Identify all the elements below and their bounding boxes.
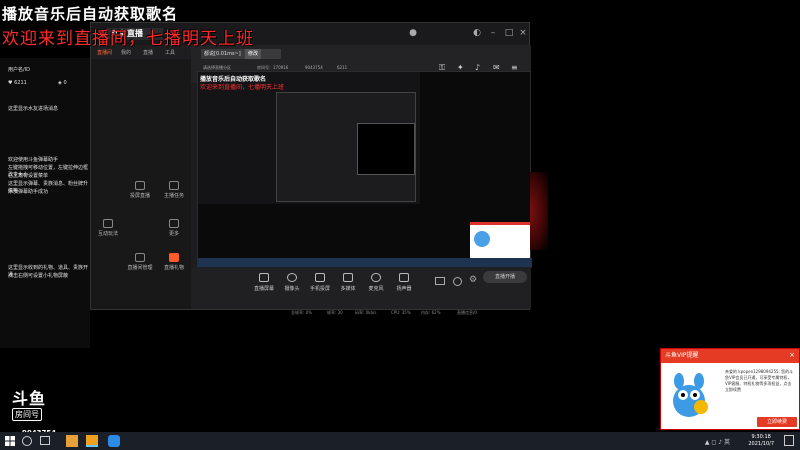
preview-vip-popup [470, 222, 530, 258]
preview-desktop-capture: 播放音乐后自动获取歌名 欢迎来到直播间，七播明天上班 [198, 72, 420, 204]
tile-more[interactable]: 更多 [161, 219, 187, 241]
minimize-icon[interactable]: – [487, 27, 499, 39]
monitor-icon [259, 273, 269, 282]
phone-icon [315, 273, 325, 282]
notification-icon[interactable] [784, 435, 794, 446]
close-icon[interactable]: × [517, 27, 529, 39]
account-avatar-icon[interactable]: ● [407, 27, 419, 39]
close-icon[interactable]: × [789, 351, 795, 359]
vip-notification-popup: 斗鱼VIP提醒 × 亲爱的 kpopen1298094255: 您的斗鱼VIP会… [660, 348, 800, 430]
tile-interactive[interactable]: 互动玩法 [95, 219, 121, 241]
preview-nested-window [276, 92, 416, 202]
vip-message: 亲爱的 kpopen1298094255: 您的斗鱼VIP会员已开通，可享受专属… [725, 369, 794, 392]
nav-tab-mine[interactable]: 我的 [121, 49, 131, 56]
mascot-icon [673, 373, 708, 417]
windows-start-icon[interactable] [4, 435, 16, 447]
chat-level: ♥ 6211 [8, 80, 27, 86]
chat-intro-1: 欢迎使用斗鱼弹幕助手 [8, 157, 59, 163]
stat-bitrate: 码率: 0kb/s [355, 310, 377, 315]
task-view-icon[interactable] [40, 436, 50, 445]
tile-room-manage[interactable]: 直播间管理 [127, 253, 153, 275]
record-icon[interactable] [435, 277, 445, 285]
room-title-field[interactable]: 都说[0.01ms~] [201, 49, 281, 59]
stats-status-bar: 丢帧率: 0% 帧率: 30 码率: 0kb/s CPU: 35% 内存: 62… [91, 310, 531, 320]
douyu-watermark-logo: 斗鱼 房间号 [12, 389, 47, 421]
stat-memory: 内存: 62% [421, 310, 441, 315]
maximize-icon[interactable]: □ [503, 27, 515, 39]
stat-live-info: 直播信息/0 [457, 310, 477, 315]
browser-icon[interactable] [108, 435, 120, 447]
chat-intro-5: 添加弹幕助手成功 [8, 189, 49, 195]
preview-overlay-welcome: 欢迎来到直播间，七播明天上班 [200, 84, 285, 91]
chat-enter-hint: 这里显示水友进场消息 [8, 106, 59, 112]
tray-icons[interactable]: ▲ ◻ ♪ 英 [705, 437, 730, 446]
chat-intro-3: 右上角有设置菜单 [8, 173, 49, 179]
stream-overlay-welcome: 欢迎来到直播间，七播明天上班 [2, 29, 254, 49]
chat-header: 用户名/ID [8, 67, 31, 73]
renew-vip-button[interactable]: 立即续费 [757, 417, 797, 427]
vip-popup-title: 斗鱼VIP提醒 [661, 349, 799, 363]
nav-tab-live-room[interactable]: 直播间 [97, 49, 112, 56]
nav-tab-live[interactable]: 直播 [143, 49, 153, 56]
taskbar-clock[interactable]: 9:30:18 2021/10/7 [748, 434, 774, 448]
camera-button[interactable]: 摄像头 [277, 271, 307, 292]
chat-count: ◈ 0 [58, 80, 67, 86]
windows-taskbar: 9:30:18 2021/10/7 ▲ ◻ ♪ 英 [0, 432, 800, 450]
stat-drop-frames: 丢帧率: 0% [291, 310, 312, 315]
camera-icon [287, 273, 297, 282]
microphone-button[interactable]: 麦克风 [361, 271, 391, 292]
search-icon[interactable] [22, 436, 32, 446]
skin-icon[interactable]: ◐ [471, 27, 483, 39]
douyu-live-window: 斗鱼直播 ● ◐ – □ × 直播间 我的 直播 工具 都说[0.01ms~] … [90, 22, 532, 315]
tile-live-gift[interactable]: 直播礼物 [161, 253, 187, 275]
room-id-value: 9043754 [305, 65, 323, 70]
stat-fps: 帧率: 30 [327, 310, 343, 315]
speaker-icon [399, 273, 409, 282]
fans-count: 6211 [337, 65, 348, 70]
start-live-button[interactable]: 直播开播 [483, 271, 527, 283]
chat-gift-2: 点击右侧可设置小礼物屏蔽 [8, 273, 69, 279]
edit-title-button[interactable]: 修改 [245, 49, 261, 59]
preview-mascot-icon [474, 231, 490, 247]
multimedia-button[interactable]: 多媒体 [333, 271, 363, 292]
stream-overlay-title: 播放音乐后自动获取歌名 [2, 5, 179, 23]
file-explorer-icon[interactable] [66, 435, 78, 447]
speaker-button[interactable]: 扬声器 [389, 271, 419, 292]
tile-host-task[interactable]: 主播任务 [161, 181, 187, 203]
background-glow [530, 172, 548, 250]
screen-capture-button[interactable]: 直播屏幕 [249, 271, 279, 292]
settings-gear-icon[interactable]: ⚙ [469, 275, 477, 285]
source-control-bar: 直播屏幕 摄像头 手机投屏 多媒体 麦克风 扬声器 ⚙ [191, 267, 531, 309]
microphone-icon [371, 273, 381, 282]
preview-nested-canvas [357, 123, 415, 175]
stat-cpu: CPU: 35% [391, 310, 411, 315]
nav-tab-tools[interactable]: 工具 [165, 49, 175, 56]
phone-cast-button[interactable]: 手机投屏 [305, 271, 335, 292]
live-preview-canvas[interactable]: 播放音乐后自动获取歌名 欢迎来到直播间，七播明天上班 [197, 71, 532, 268]
douyu-app-icon[interactable] [86, 435, 98, 447]
tile-screen-live[interactable]: 投屏直播 [127, 181, 153, 203]
danmu-chat-panel: 用户名/ID ♥ 6211 ◈ 0 这里显示水友进场消息 欢迎使用斗鱼弹幕助手 … [0, 58, 90, 348]
feature-sidebar: 投屏直播 主播任务 互动玩法 更多 直播礼物 直播间管理 [91, 59, 191, 309]
play-icon [343, 273, 353, 282]
clock-icon[interactable] [453, 277, 462, 286]
